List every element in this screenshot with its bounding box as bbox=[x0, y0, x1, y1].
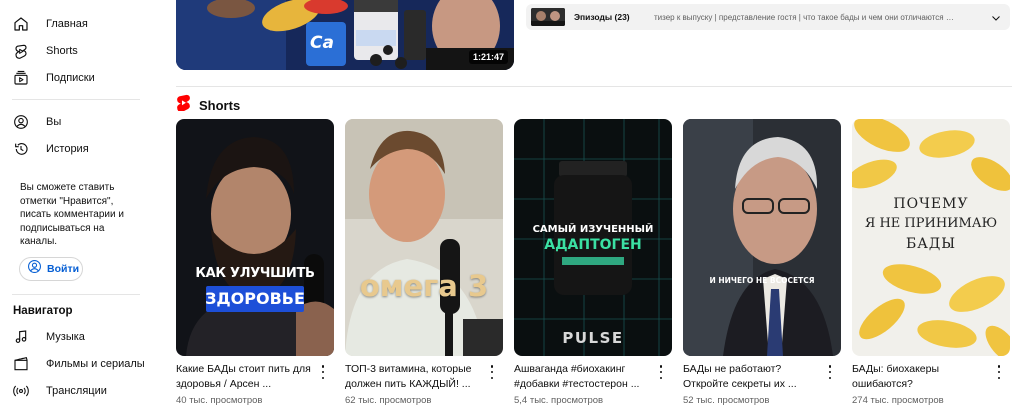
section-divider bbox=[176, 86, 1012, 87]
sidebar-item-movies[interactable]: Фильмы и сериалы bbox=[0, 350, 152, 377]
short-thumbnail-image bbox=[683, 119, 841, 356]
sidebar-item-label: Фильмы и сериалы bbox=[46, 357, 145, 370]
navigator-title: Навигатор bbox=[13, 305, 73, 317]
account-icon bbox=[27, 259, 42, 279]
short-card[interactable]: САМЫЙ ИЗУЧЕННЫЙ АДАПТОГЕН PULSE Ашваганд… bbox=[514, 119, 672, 406]
sidebar-item-history[interactable]: История bbox=[0, 135, 152, 162]
short-overlay-line: ПОЧЕМУ bbox=[893, 196, 969, 212]
short-views: 274 тыс. просмотров bbox=[852, 395, 944, 406]
sidebar-item-subscriptions[interactable]: Подписки bbox=[0, 64, 152, 91]
more-options-icon[interactable] bbox=[318, 365, 328, 379]
short-card[interactable]: омега 3 ТОП-3 витамина, которые должен п… bbox=[345, 119, 503, 406]
short-thumbnail-image bbox=[176, 119, 334, 356]
main-content: Ca 1:21:47 Эпизоды (23) тизер к выпуску … bbox=[152, 0, 1024, 412]
short-overlay-line: омега 3 bbox=[359, 269, 489, 303]
home-icon bbox=[12, 15, 30, 33]
short-overlay-line: ЗДОРОВЬЕ bbox=[205, 289, 305, 308]
sidebar-item-label: Подписки bbox=[46, 71, 95, 84]
sidebar-item-you[interactable]: Вы bbox=[0, 108, 152, 135]
more-options-icon[interactable] bbox=[994, 365, 1004, 379]
shorts-icon bbox=[12, 42, 30, 60]
signin-prompt: Вы сможете ставить отметки "Нравится", п… bbox=[20, 182, 124, 247]
sidebar-item-label: Музыка bbox=[46, 330, 85, 343]
shorts-header: Shorts bbox=[176, 94, 240, 116]
shorts-heading: Shorts bbox=[199, 97, 241, 113]
short-overlay-line: КАК УЛУЧШИТЬ bbox=[195, 266, 315, 281]
video-thumbnail[interactable]: Ca 1:21:47 bbox=[176, 0, 514, 70]
subscriptions-icon bbox=[12, 69, 30, 87]
episodes-description: тизер к выпуску | представление гостя | … bbox=[654, 12, 954, 22]
chevron-down-icon[interactable] bbox=[990, 11, 1002, 29]
short-thumbnail[interactable]: САМЫЙ ИЗУЧЕННЫЙ АДАПТОГЕН PULSE bbox=[514, 119, 672, 356]
live-icon bbox=[12, 382, 30, 400]
episodes-panel[interactable]: Эпизоды (23) тизер к выпуску | представл… bbox=[526, 4, 1010, 30]
short-title[interactable]: ТОП-3 витамина, которые должен пить КАЖД… bbox=[345, 362, 485, 392]
sidebar-item-label: Трансляции bbox=[46, 384, 107, 397]
short-title[interactable]: Какие БАДы стоит пить для здоровья / Арс… bbox=[176, 362, 316, 392]
sidebar-item-label: Вы bbox=[46, 115, 62, 128]
short-overlay-line: Я НЕ ПРИНИМАЮ bbox=[864, 216, 998, 231]
short-thumbnail[interactable]: КАК УЛУЧШИТЬ ЗДОРОВЬЕ bbox=[176, 119, 334, 356]
thumbnail-image bbox=[176, 0, 514, 70]
sidebar: Главная Shorts Подписки Вы История Вы см… bbox=[0, 0, 152, 412]
sidebar-item-shorts[interactable]: Shorts bbox=[0, 37, 152, 64]
more-options-icon[interactable] bbox=[487, 365, 497, 379]
movies-icon bbox=[12, 355, 30, 373]
short-card[interactable]: И НИЧЕГО НЕ ВСОСЕТСЯ БАДы не работают? О… bbox=[683, 119, 841, 406]
short-title[interactable]: БАДы не работают? Откройте секреты их ..… bbox=[683, 362, 823, 392]
video-duration: 1:21:47 bbox=[468, 50, 508, 64]
short-thumbnail[interactable]: ПОЧЕМУ Я НЕ ПРИНИМАЮ БАДЫ bbox=[852, 119, 1010, 356]
short-thumbnail-image bbox=[345, 119, 503, 356]
short-overlay-line: БАДЫ bbox=[905, 236, 957, 252]
short-thumbnail[interactable]: И НИЧЕГО НЕ ВСОСЕТСЯ bbox=[683, 119, 841, 356]
short-views: 52 тыс. просмотров bbox=[683, 395, 770, 406]
short-title[interactable]: Ашваганда #биохакинг #добавки #тестостер… bbox=[514, 362, 654, 392]
sidebar-item-music[interactable]: Музыка bbox=[0, 323, 152, 350]
more-options-icon[interactable] bbox=[656, 365, 666, 379]
signin-button-label: Войти bbox=[47, 263, 80, 275]
sidebar-divider bbox=[12, 294, 140, 295]
short-overlay-line: АДАПТОГЕН bbox=[544, 237, 642, 253]
you-icon bbox=[12, 113, 30, 131]
shorts-logo-icon bbox=[176, 94, 191, 116]
sidebar-item-live[interactable]: Трансляции bbox=[0, 377, 152, 404]
short-title[interactable]: БАДы: биохакеры ошибаются? bbox=[852, 362, 992, 392]
sidebar-item-label: История bbox=[46, 142, 89, 155]
short-card[interactable]: КАК УЛУЧШИТЬ ЗДОРОВЬЕ Какие БАДы стоит п… bbox=[176, 119, 334, 406]
short-views: 40 тыс. просмотров bbox=[176, 395, 263, 406]
more-options-icon[interactable] bbox=[825, 365, 835, 379]
music-icon bbox=[12, 328, 30, 346]
short-card[interactable]: ПОЧЕМУ Я НЕ ПРИНИМАЮ БАДЫ БАДы: биохакер… bbox=[852, 119, 1010, 406]
short-views: 5,4 тыс. просмотров bbox=[514, 395, 604, 406]
sidebar-divider bbox=[12, 99, 140, 100]
short-overlay-line: И НИЧЕГО НЕ ВСОСЕТСЯ bbox=[709, 276, 815, 285]
short-overlay-line: PULSE bbox=[562, 329, 624, 347]
episodes-title: Эпизоды (23) bbox=[574, 12, 630, 22]
sidebar-item-label: Shorts bbox=[46, 44, 78, 57]
thumbnail-ca-text: Ca bbox=[310, 33, 334, 53]
short-overlay-line: САМЫЙ ИЗУЧЕННЫЙ bbox=[532, 224, 654, 235]
episode-thumbnail bbox=[531, 8, 565, 26]
short-views: 62 тыс. просмотров bbox=[345, 395, 432, 406]
signin-button[interactable]: Войти bbox=[19, 257, 83, 281]
short-thumbnail[interactable]: омега 3 bbox=[345, 119, 503, 356]
sidebar-item-home[interactable]: Главная bbox=[0, 10, 152, 37]
history-icon bbox=[12, 140, 30, 158]
sidebar-item-label: Главная bbox=[46, 17, 88, 30]
